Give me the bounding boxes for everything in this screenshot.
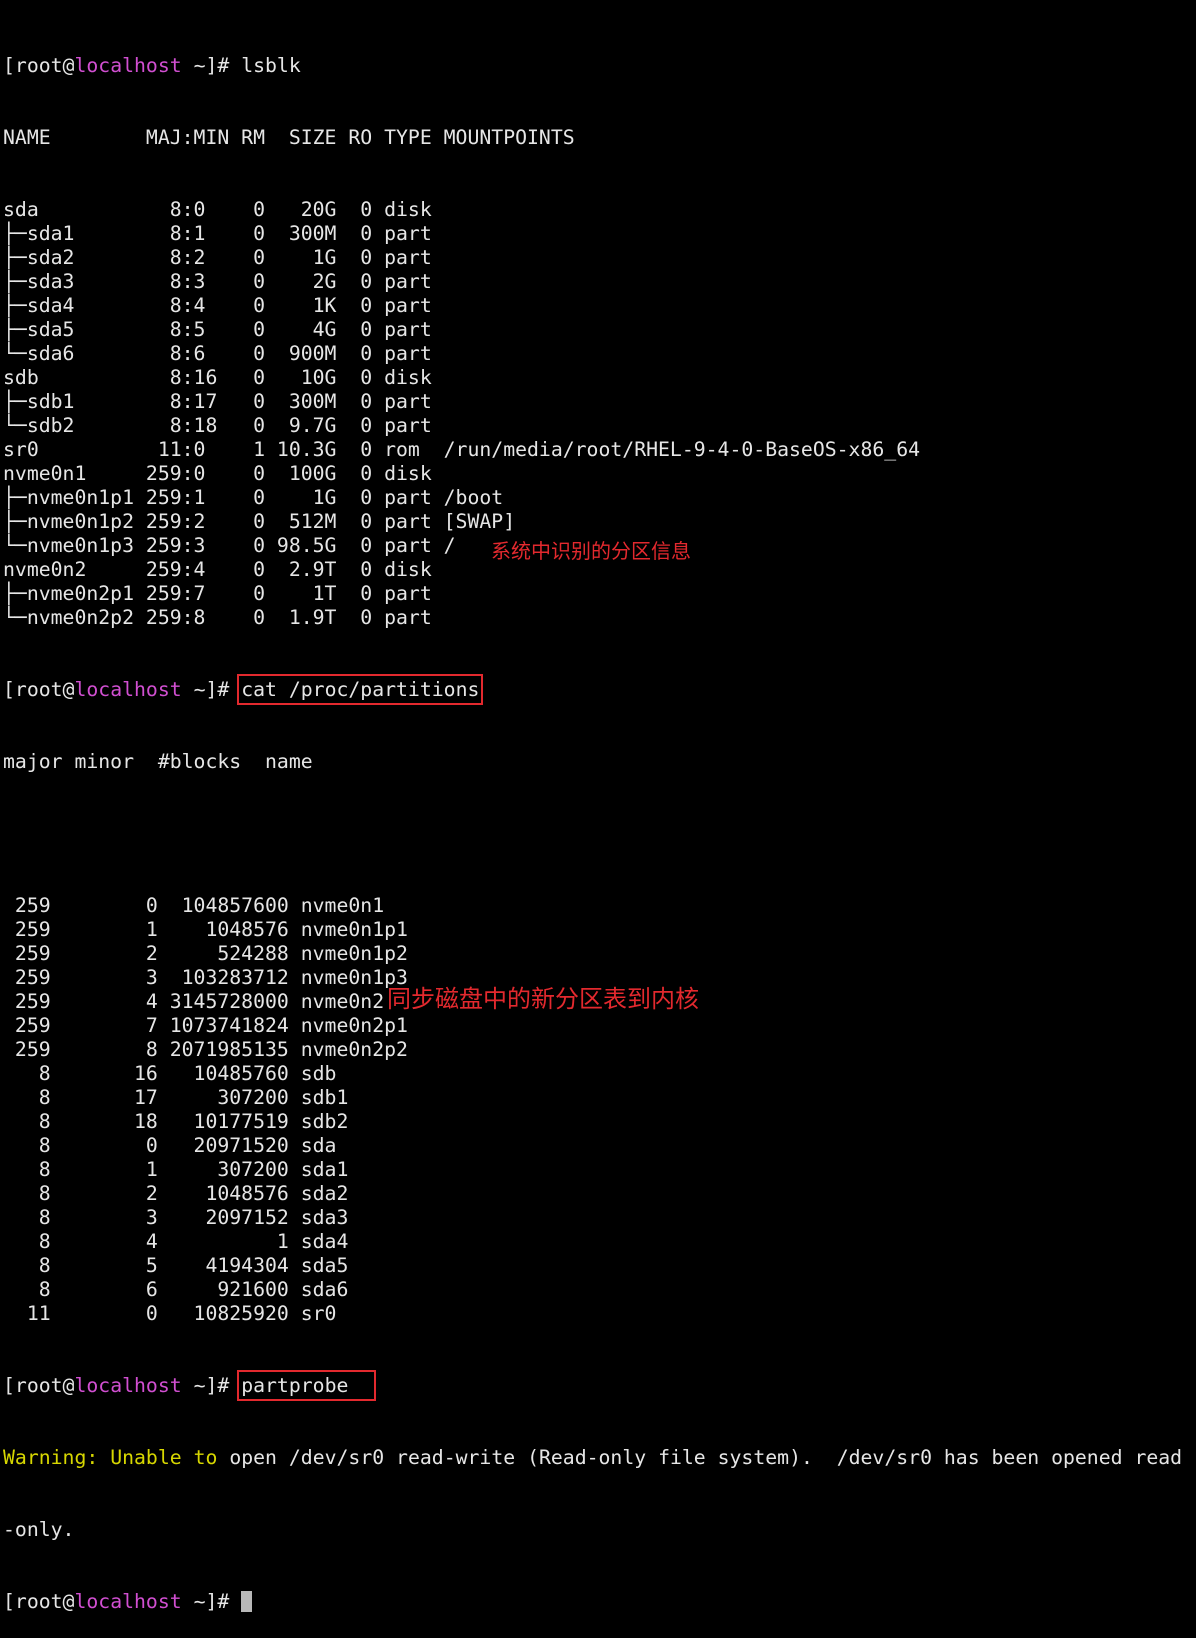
partitions-row: 259 0 104857600 nvme0n1 xyxy=(3,894,385,917)
warning-to: to xyxy=(193,1446,218,1469)
lsblk-table: sda 8:0 0 20G 0 disk ├─sda1 8:1 0 300M 0 … xyxy=(3,198,1182,630)
lsblk-row: ├─sda5 8:5 0 4G 0 part xyxy=(3,318,432,341)
partitions-row: 8 3 2097152 sda3 xyxy=(3,1206,349,1229)
partitions-row: 259 7 1073741824 nvme0n2p1 xyxy=(3,1014,408,1037)
partitions-row: 259 8 2071985135 nvme0n2p2 xyxy=(3,1038,408,1061)
partitions-row: 8 16 10485760 sdb xyxy=(3,1062,337,1085)
prompt-close: ~]# xyxy=(181,54,242,77)
warning-wrap: -only. xyxy=(3,1518,75,1541)
partitions-row: 11 0 10825920 sr0 xyxy=(3,1302,337,1325)
lsblk-row: ├─nvme0n2p1 259:7 0 1T 0 part xyxy=(3,582,432,605)
warning-unable: Unable xyxy=(110,1446,182,1469)
prompt-line-cat: [root@localhost ~]# cat /proc/partitions xyxy=(3,674,1182,705)
annotation-partprobe-note: 同步磁盘中的新分区表到内核 xyxy=(387,985,699,1013)
lsblk-row: sdb 8:16 0 10G 0 disk xyxy=(3,366,432,389)
annotation-partitions-note: 系统中识别的分区信息 xyxy=(491,539,691,563)
partitions-row: 8 1 307200 sda1 xyxy=(3,1158,349,1181)
partitions-row: 8 17 307200 sdb1 xyxy=(3,1086,349,1109)
partitions-header: major minor #blocks name xyxy=(3,750,313,773)
prompt-open: [root@ xyxy=(3,1590,75,1613)
lsblk-row: └─sdb2 8:18 0 9.7G 0 part xyxy=(3,414,432,437)
prompt-close: ~]# xyxy=(181,678,242,701)
prompt-hostname: localhost xyxy=(74,678,182,701)
prompt-open: [root@ xyxy=(3,54,75,77)
partitions-row: 8 2 1048576 sda2 xyxy=(3,1182,349,1205)
terminal-output: [root@localhost ~]# lsblk NAME MAJ:MIN R… xyxy=(3,6,1182,1638)
terminal-cursor[interactable] xyxy=(241,1591,253,1612)
command-cat-partitions-highlight: cat /proc/partitions xyxy=(237,674,484,705)
prompt-line-partprobe: [root@localhost ~]# partprobe xyxy=(3,1370,1182,1401)
lsblk-header: NAME MAJ:MIN RM SIZE RO TYPE MOUNTPOINTS xyxy=(3,126,575,149)
lsblk-row: ├─sdb1 8:17 0 300M 0 part xyxy=(3,390,432,413)
lsblk-row: └─sda6 8:6 0 900M 0 part xyxy=(3,342,432,365)
prompt-line-final: [root@localhost ~]# xyxy=(3,1590,1182,1614)
warning-label: Warning: xyxy=(3,1446,99,1469)
lsblk-row: sda 8:0 0 20G 0 disk xyxy=(3,198,432,221)
warning-sep xyxy=(98,1446,110,1469)
lsblk-row: └─nvme0n2p2 259:8 0 1.9T 0 part xyxy=(3,606,432,629)
lsblk-row: ├─sda1 8:1 0 300M 0 part xyxy=(3,222,432,245)
command-partprobe-highlight: partprobe xyxy=(237,1370,377,1401)
partitions-row: 259 2 524288 nvme0n1p2 xyxy=(3,942,408,965)
partitions-row: 8 18 10177519 sdb2 xyxy=(3,1110,349,1133)
partitions-table: 259 0 104857600 nvme0n1 259 1 1048576 nv… xyxy=(3,894,1182,1326)
prompt-hostname: localhost xyxy=(74,1590,182,1613)
lsblk-row: nvme0n1 259:0 0 100G 0 disk xyxy=(3,462,432,485)
partitions-row: 8 5 4194304 sda5 xyxy=(3,1254,349,1277)
warning-sep xyxy=(182,1446,194,1469)
prompt-hostname: localhost xyxy=(74,1374,182,1397)
partitions-row: 259 1 1048576 nvme0n1p1 xyxy=(3,918,408,941)
lsblk-row: ├─sda3 8:3 0 2G 0 part xyxy=(3,270,432,293)
warning-text: open /dev/sr0 read-write (Read-only file… xyxy=(217,1446,1183,1469)
prompt-line-lsblk: [root@localhost ~]# lsblk xyxy=(3,54,1182,78)
lsblk-row: ├─sda2 8:2 0 1G 0 part xyxy=(3,246,432,269)
prompt-close: ~]# xyxy=(181,1590,242,1613)
lsblk-row: sr0 11:0 1 10.3G 0 rom /run/media/root/R… xyxy=(3,438,921,461)
prompt-hostname: localhost xyxy=(74,54,182,77)
warning-line: Warning: Unable to open /dev/sr0 read-wr… xyxy=(3,1446,1182,1470)
prompt-open: [root@ xyxy=(3,1374,75,1397)
partitions-row: 8 4 1 sda4 xyxy=(3,1230,349,1253)
lsblk-row: ├─sda4 8:4 0 1K 0 part xyxy=(3,294,432,317)
partitions-row: 8 0 20971520 sda xyxy=(3,1134,337,1157)
lsblk-row: ├─nvme0n1p1 259:1 0 1G 0 part /boot xyxy=(3,486,504,509)
lsblk-row: ├─nvme0n1p2 259:2 0 512M 0 part [SWAP] xyxy=(3,510,516,533)
command-partprobe: partprobe xyxy=(241,1374,349,1397)
prompt-close: ~]# xyxy=(181,1374,242,1397)
partitions-row: 8 6 921600 sda6 xyxy=(3,1278,349,1301)
command-lsblk: lsblk xyxy=(241,54,301,77)
prompt-open: [root@ xyxy=(3,678,75,701)
